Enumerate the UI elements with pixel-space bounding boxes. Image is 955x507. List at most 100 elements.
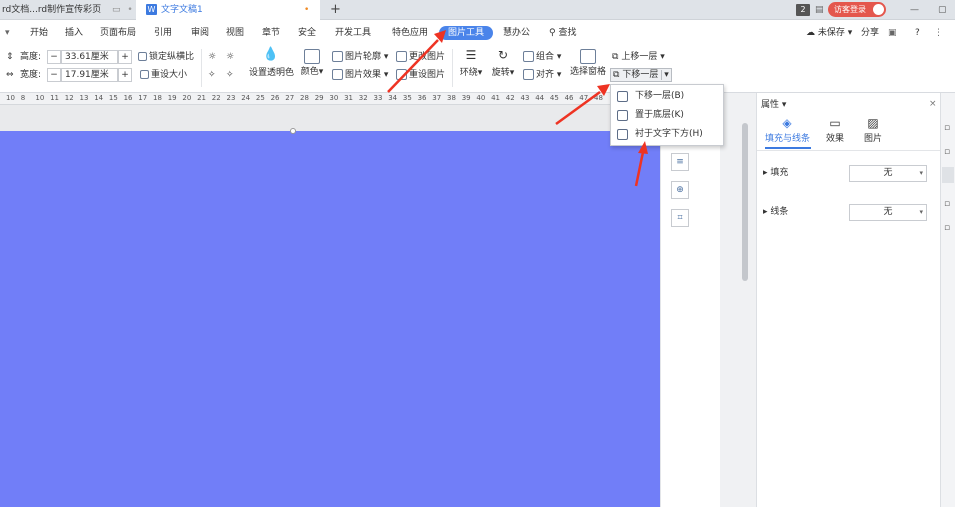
help-button[interactable]: ? [915, 26, 920, 40]
zoom-icon[interactable]: ⊕ [671, 181, 689, 199]
active-tab-underline [765, 147, 811, 149]
ruler-number: 30 [329, 94, 339, 102]
menu-special-apps[interactable]: 特色应用 [392, 26, 428, 40]
ruler-number: 35 [402, 94, 412, 102]
set-transparent-button[interactable]: 💧 设置透明色 [249, 48, 294, 79]
search-button[interactable]: ⚲ 查找 [549, 26, 576, 40]
selection-pane-button[interactable]: 选择窗格 [570, 49, 606, 78]
word-doc-icon: W [146, 4, 157, 15]
reset-size-button[interactable]: 重设大小 [140, 69, 187, 81]
ruler-number: 41 [491, 94, 501, 102]
tab-picture[interactable]: ▨ 图片 [861, 117, 885, 145]
ruler-number: 13 [79, 94, 89, 102]
line-select[interactable]: 无 ▾ [849, 204, 927, 221]
menu-bar: ▾ 开始 插入 页面布局 引用 审阅 视图 章节 安全 开发工具 特色应用 图片… [0, 21, 955, 45]
side-tool-icon-active[interactable] [942, 167, 954, 183]
new-tab-button[interactable]: + [330, 0, 341, 20]
screen-icon[interactable]: ▭ [112, 5, 121, 15]
side-tool-icon[interactable]: ▫ [944, 123, 950, 133]
menu-insert[interactable]: 插入 [65, 26, 83, 40]
align-button[interactable]: 对齐 ▾ [523, 69, 561, 81]
quick-menu-icon[interactable]: ▾ [5, 26, 10, 40]
document-tab-1[interactable]: rd文档...rd制作宣传彩页 ▭ • [0, 0, 136, 20]
picture-outline-button[interactable]: 图片轮廓 ▾ [332, 51, 388, 63]
wrap-button[interactable]: ☰ 环绕▾ [458, 49, 484, 79]
ruler-number: 42 [505, 94, 515, 102]
rotate-button[interactable]: ↻ 旋转▾ [490, 49, 516, 79]
vertical-scroll-area [720, 93, 756, 507]
menu-icon[interactable]: ▤ [815, 0, 824, 20]
side-tool-icon[interactable]: ▫ [944, 199, 950, 209]
panel-title[interactable]: 属性 ▾ [761, 99, 786, 111]
menu-item-send-to-back[interactable]: 置于底层(K) [611, 106, 723, 125]
tab-fill-line[interactable]: ◈ 填充与线条 [765, 117, 810, 145]
contrast-up-icon[interactable]: ✧ [208, 69, 216, 81]
login-button[interactable]: 访客登录 [828, 2, 886, 17]
tab-title: rd文档...rd制作宣传彩页 [2, 5, 102, 15]
menu-view[interactable]: 视图 [226, 26, 244, 40]
width-icon: ⇔ [6, 70, 14, 80]
height-increase-button[interactable]: + [118, 50, 132, 64]
side-tool-icon[interactable]: ▫ [944, 147, 950, 157]
close-tab-icon[interactable]: • [127, 5, 132, 15]
more-icon[interactable]: ⋮ [934, 26, 943, 40]
ruler-number: 24 [241, 94, 251, 102]
menu-smart-office[interactable]: 慧办公 [503, 26, 530, 40]
brightness-up-icon[interactable]: ☼ [208, 51, 216, 63]
reset-picture-button[interactable]: 重设图片 [396, 69, 445, 81]
minimize-button[interactable]: — [910, 0, 919, 20]
resize-handle[interactable] [290, 128, 296, 134]
group-button[interactable]: 组合 ▾ [523, 51, 561, 63]
layout-options-icon[interactable]: ≡ [671, 153, 689, 171]
ruler-number: 47 [579, 94, 589, 102]
group-icon [523, 51, 534, 62]
tab-effect[interactable]: ▭ 效果 [823, 117, 847, 145]
document-tab-2[interactable]: W 文字文稿1 • [136, 0, 320, 21]
maximize-button[interactable]: ▢ [938, 0, 947, 20]
menu-picture-tools[interactable]: 图片工具 [439, 26, 494, 40]
change-picture-button[interactable]: 更改图片 [396, 51, 445, 63]
color-button[interactable]: 颜色▾ [300, 49, 324, 78]
width-increase-button[interactable]: + [118, 68, 132, 82]
scrollbar-thumb[interactable] [742, 123, 748, 281]
send-backward-button[interactable]: ⧉ 下移一层 ▾ [610, 68, 672, 82]
menu-start[interactable]: 开始 [30, 26, 48, 40]
brightness-down-icon[interactable]: ☼ [226, 51, 234, 63]
close-panel-icon[interactable]: × [929, 98, 937, 110]
menu-item-behind-text[interactable]: 衬于文字下方(H) [611, 125, 723, 144]
picture-effect-button[interactable]: 图片效果 ▾ [332, 69, 388, 81]
contrast-down-icon[interactable]: ✧ [226, 69, 234, 81]
ruler-number: 44 [535, 94, 545, 102]
width-input[interactable]: 17.91厘米 [61, 68, 118, 82]
ruler-number: 21 [197, 94, 207, 102]
bring-forward-button[interactable]: ⧉ 上移一层 ▾ [612, 51, 665, 63]
menu-references[interactable]: 引用 [154, 26, 172, 40]
expand-arrow-icon: ▸ [763, 207, 768, 217]
height-label: 高度: [20, 52, 42, 62]
menu-chapter[interactable]: 章节 [262, 26, 280, 40]
line-section-toggle[interactable]: ▸ 线条 [763, 206, 788, 218]
ruler-number: 31 [344, 94, 354, 102]
menu-item-send-backward[interactable]: 下移一层(B) [611, 87, 723, 106]
crop-icon[interactable]: ⌗ [671, 209, 689, 227]
dropdown-arrow-icon[interactable]: ▾ [661, 70, 669, 80]
page-count-badge[interactable]: 2 [796, 4, 810, 16]
side-tool-icon[interactable]: ▫ [944, 223, 950, 233]
menu-page-layout[interactable]: 页面布局 [100, 26, 136, 40]
fill-section-toggle[interactable]: ▸ 填充 [763, 167, 788, 179]
share-button[interactable]: 分享 [861, 26, 879, 40]
height-decrease-button[interactable]: − [47, 50, 61, 64]
expand-arrow-icon: ▸ [763, 168, 768, 178]
menu-review[interactable]: 审阅 [191, 26, 209, 40]
unsaved-status[interactable]: ☁ 未保存 ▾ [806, 26, 852, 40]
ruler-number: 46 [564, 94, 574, 102]
height-input[interactable]: 33.61厘米 [61, 50, 118, 64]
menu-security[interactable]: 安全 [298, 26, 316, 40]
pin-icon[interactable]: ▣ [888, 26, 897, 40]
width-decrease-button[interactable]: − [47, 68, 61, 82]
menu-developer[interactable]: 开发工具 [335, 26, 371, 40]
selected-picture[interactable] [0, 128, 660, 507]
fill-select[interactable]: 无 ▾ [849, 165, 927, 182]
ruler-number: 10 [35, 94, 45, 102]
lock-ratio-checkbox[interactable]: 锁定纵横比 [138, 51, 194, 63]
